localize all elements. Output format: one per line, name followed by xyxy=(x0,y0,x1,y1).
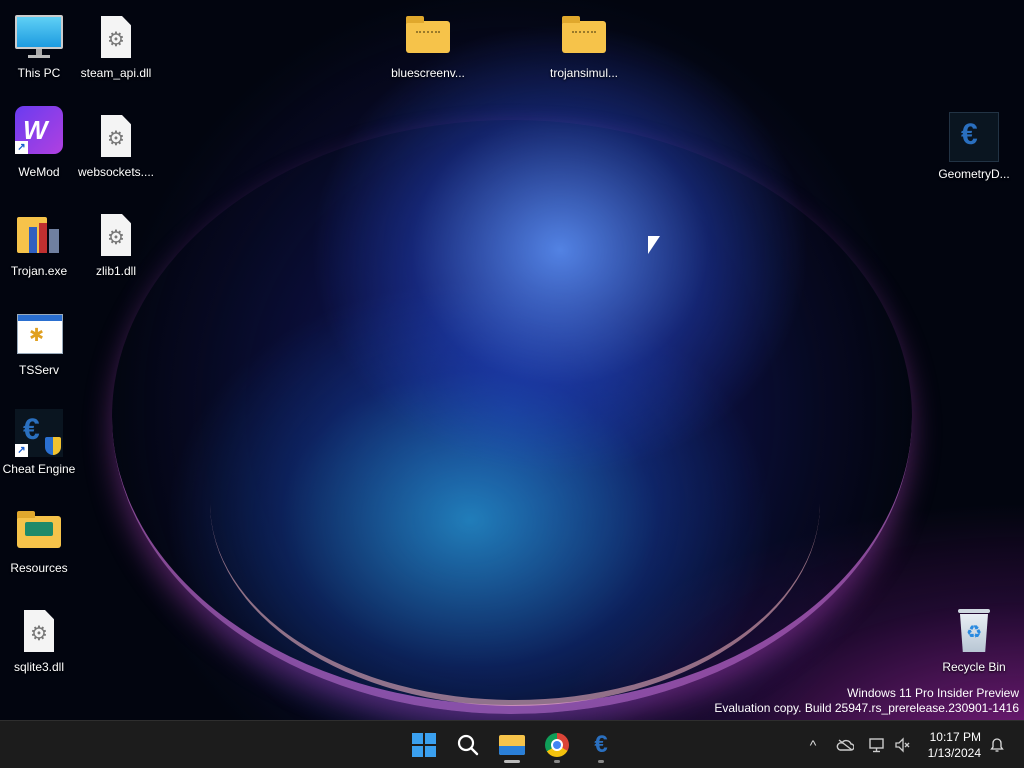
desktop-icon-bluescreenview-zip[interactable]: bluescreenv... xyxy=(389,5,467,95)
clock-time: 10:17 PM xyxy=(929,730,981,744)
desktop-icon-label: trojansimul... xyxy=(549,66,619,80)
desktop-icon-cheat-engine[interactable]: € ↗ Cheat Engine xyxy=(0,401,78,491)
running-indicator xyxy=(554,760,560,763)
search-icon xyxy=(457,734,479,756)
wallpaper-bloom-inner-rim xyxy=(210,300,820,706)
installer-package-icon xyxy=(15,211,63,259)
desktop-icon-zlib1-dll[interactable]: ⚙ zlib1.dll xyxy=(77,203,155,293)
chevron-up-icon: ^ xyxy=(809,737,817,753)
desktop-icon-sqlite3-dll[interactable]: ⚙ sqlite3.dll xyxy=(0,599,78,689)
desktop-icon-trojan-exe[interactable]: Trojan.exe xyxy=(0,203,78,293)
onedrive-offline-icon xyxy=(836,739,854,751)
gear-icon: ⚙ xyxy=(30,623,48,645)
mouse-pointer-icon xyxy=(648,236,660,254)
watermark-line-1: Windows 11 Pro Insider Preview xyxy=(847,686,1019,700)
gear-icon: ⚙ xyxy=(107,128,125,150)
desktop-icon-websockets-dll[interactable]: ⚙ websockets.... xyxy=(77,104,155,194)
dll-file-icon: ⚙ xyxy=(15,607,63,655)
taskbar-clock[interactable]: 10:17 PM 1/13/2024 xyxy=(918,729,981,761)
wemod-icon: W ↗ xyxy=(15,106,63,154)
gear-icon: ⚙ xyxy=(107,29,125,51)
network-disconnected-icon xyxy=(869,738,884,753)
file-explorer-button[interactable] xyxy=(492,725,532,765)
gear-icon: ⚙ xyxy=(107,227,125,249)
desktop-icon-label: Recycle Bin xyxy=(942,660,1006,674)
file-explorer-icon xyxy=(499,735,525,755)
desktop-icon-trojansimulator-zip[interactable]: trojansimul... xyxy=(545,5,623,95)
zip-folder-icon xyxy=(404,13,452,61)
recycle-bin-icon: ♻ xyxy=(950,607,998,655)
desktop-icon-label: WeMod xyxy=(18,165,60,179)
zip-folder-icon xyxy=(560,13,608,61)
cheat-engine-gear-icon: € xyxy=(949,112,999,162)
running-indicator xyxy=(504,760,520,763)
desktop-icon-label: bluescreenv... xyxy=(391,66,465,80)
desktop-icon-label: Trojan.exe xyxy=(10,264,68,278)
search-button[interactable] xyxy=(448,725,488,765)
windows-logo-icon xyxy=(412,733,436,757)
network-button[interactable] xyxy=(864,721,890,768)
monitor-icon xyxy=(15,13,63,61)
cheat-engine-icon: € xyxy=(594,731,608,758)
desktop-icon-geometrydash[interactable]: € GeometryD... xyxy=(935,104,1013,194)
dll-file-icon: ⚙ xyxy=(92,112,140,160)
shortcut-arrow-icon: ↗ xyxy=(15,141,28,154)
cheat-engine-icon: € ↗ xyxy=(15,409,63,457)
dll-file-icon: ⚙ xyxy=(92,211,140,259)
desktop-icon-label: This PC xyxy=(17,66,61,80)
desktop: This PC ⚙ steam_api.dll bluescreenv... t… xyxy=(0,0,1024,720)
desktop-icon-wemod[interactable]: W ↗ WeMod xyxy=(0,104,78,194)
evaluation-watermark: Windows 11 Pro Insider Preview Evaluatio… xyxy=(714,686,1019,716)
start-button[interactable] xyxy=(404,725,444,765)
bell-icon xyxy=(990,738,1004,752)
shortcut-arrow-icon: ↗ xyxy=(15,444,28,457)
clock-date: 1/13/2024 xyxy=(927,746,981,760)
app-window-icon: ✱ xyxy=(15,310,63,358)
desktop-icon-tsserv[interactable]: ✱ TSServ xyxy=(0,302,78,392)
cheat-engine-button[interactable]: € xyxy=(581,725,621,765)
chrome-button[interactable] xyxy=(537,725,577,765)
desktop-icon-label: Resources xyxy=(10,561,68,575)
watermark-line-2: Evaluation copy. Build 25947.rs_prerelea… xyxy=(714,701,1019,715)
desktop-icon-label: Cheat Engine xyxy=(2,462,76,476)
chrome-icon xyxy=(545,733,569,757)
desktop-icon-label: websockets.... xyxy=(77,165,155,179)
desktop-icon-this-pc[interactable]: This PC xyxy=(0,5,78,95)
dll-file-icon: ⚙ xyxy=(92,13,140,61)
desktop-icon-label: GeometryD... xyxy=(938,167,1010,181)
speaker-muted-icon xyxy=(895,737,910,753)
onedrive-button[interactable] xyxy=(832,721,858,768)
desktop-icon-label: steam_api.dll xyxy=(80,66,152,80)
desktop-icon-label: TSServ xyxy=(18,363,59,377)
folder-icon xyxy=(15,508,63,556)
volume-button[interactable] xyxy=(890,721,914,768)
desktop-icon-label: sqlite3.dll xyxy=(13,660,65,674)
notifications-button[interactable] xyxy=(984,721,1010,768)
desktop-icon-steam-api-dll[interactable]: ⚙ steam_api.dll xyxy=(77,5,155,95)
desktop-icon-recycle-bin[interactable]: ♻ Recycle Bin xyxy=(935,599,1013,689)
desktop-icon-label: zlib1.dll xyxy=(95,264,137,278)
taskbar: € ^ 10:17 PM 1/13/2024 xyxy=(0,720,1024,768)
uac-shield-icon xyxy=(45,437,61,455)
wallpaper-bloom-rim xyxy=(112,120,912,714)
desktop-icon-resources[interactable]: Resources xyxy=(0,500,78,590)
running-indicator xyxy=(598,760,604,763)
show-hidden-icons-button[interactable]: ^ xyxy=(800,721,826,768)
